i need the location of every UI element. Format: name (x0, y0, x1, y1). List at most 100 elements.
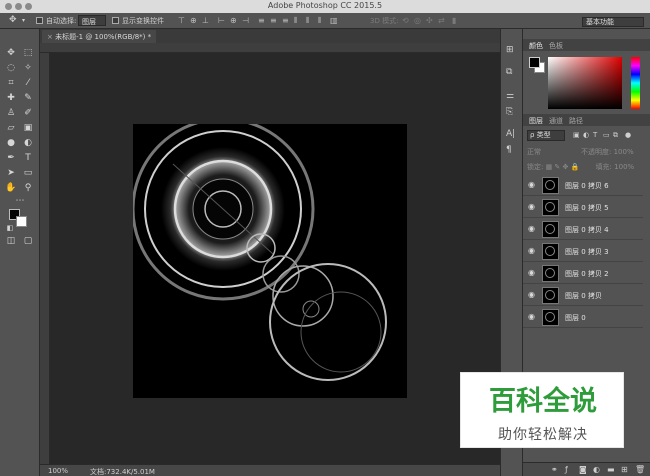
screen-mode-icon[interactable]: ▢ (21, 235, 35, 248)
horizontal-ruler[interactable] (40, 43, 520, 53)
tab-paths[interactable]: 路径 (569, 116, 583, 126)
layer-style-icon[interactable]: ƒ (565, 465, 568, 474)
link-layers-icon[interactable]: ⚭ (551, 465, 558, 474)
visibility-eye-icon[interactable]: ◉ (528, 246, 535, 255)
lasso-tool-icon[interactable]: ◌ (4, 62, 18, 75)
layer-row[interactable]: ◉ 图层 0 拷贝 (523, 285, 643, 306)
new-layer-icon[interactable]: ⊞ (621, 465, 628, 474)
vertical-ruler[interactable] (40, 53, 50, 464)
default-colors-icon[interactable]: ◧ (3, 222, 17, 235)
tab-swatches[interactable]: 色板 (549, 41, 563, 51)
auto-select-checkbox[interactable] (36, 17, 43, 24)
lock-icons[interactable]: ▦ ✎ ✥ 🔒 (546, 163, 582, 171)
workspace-dropdown[interactable]: 基本功能 (582, 17, 644, 27)
history-brush-tool-icon[interactable]: ✐ (21, 107, 35, 120)
color-field[interactable] (548, 57, 622, 109)
more-tools-icon[interactable]: ⋯ (13, 195, 27, 208)
auto-select-dropdown[interactable]: 图层 (78, 15, 106, 26)
zoom-tool-icon[interactable]: ⚲ (21, 182, 35, 195)
slide-3d-icon[interactable]: ⇄ (438, 16, 445, 25)
eraser-tool-icon[interactable]: ▱ (4, 122, 18, 135)
align-vcenter-icon[interactable]: ⊕ (190, 16, 197, 25)
distribute-bottom-icon[interactable]: ≡ (282, 16, 289, 25)
visibility-eye-icon[interactable]: ◉ (528, 312, 535, 321)
rotate-3d-icon[interactable]: ⟲ (402, 16, 409, 25)
opacity-value[interactable]: 100% (614, 148, 634, 156)
tab-channels[interactable]: 通道 (549, 116, 563, 126)
clone-stamp-tool-icon[interactable]: ♙ (4, 107, 18, 120)
actions-panel-icon[interactable]: ⎘ (506, 107, 513, 117)
color-panel-foreground-swatch[interactable] (529, 57, 540, 68)
layer-row[interactable]: ◉ 图层 0 拷贝 2 (523, 263, 643, 284)
tab-layers[interactable]: 图层 (529, 116, 543, 126)
paragraph-panel-icon[interactable]: ¶ (506, 145, 512, 155)
roll-3d-icon[interactable]: ◎ (414, 16, 421, 25)
auto-align-icon[interactable]: ▥ (330, 16, 338, 25)
type-tool-icon[interactable]: T (21, 152, 35, 165)
filter-shape-icon[interactable]: ▭ (603, 131, 610, 139)
history-panel-icon[interactable]: ⊞ (506, 45, 514, 55)
close-tab-icon[interactable]: × (47, 33, 53, 41)
distribute-vcenter-icon[interactable]: ≡ (270, 16, 277, 25)
fill-value[interactable]: 100% (614, 163, 634, 171)
filter-type-icon[interactable]: T (593, 131, 597, 139)
tool-preset-chevron-icon[interactable]: ▾ (22, 17, 25, 24)
visibility-eye-icon[interactable]: ◉ (528, 290, 535, 299)
blur-tool-icon[interactable]: ● (4, 137, 18, 150)
eyedropper-tool-icon[interactable]: ⁄ (21, 77, 35, 90)
distribute-left-icon[interactable]: ⦀ (294, 16, 298, 26)
character-panel-icon[interactable]: A| (506, 129, 515, 139)
gradient-tool-icon[interactable]: ▣ (21, 122, 35, 135)
magic-wand-tool-icon[interactable]: ✧ (21, 62, 35, 75)
add-mask-icon[interactable]: ◙ (579, 465, 587, 474)
show-transform-checkbox[interactable] (112, 17, 119, 24)
marquee-tool-icon[interactable]: ⬚ (21, 47, 35, 60)
tab-color[interactable]: 颜色 (529, 41, 543, 51)
scale-3d-icon[interactable]: ▮ (452, 16, 456, 25)
layer-row[interactable]: ◉ 图层 0 拷贝 6 (523, 175, 643, 196)
align-bottom-icon[interactable]: ⊥ (202, 16, 209, 25)
visibility-eye-icon[interactable]: ◉ (528, 224, 535, 233)
healing-brush-tool-icon[interactable]: ✚ (4, 92, 18, 105)
visibility-eye-icon[interactable]: ◉ (528, 268, 535, 277)
layer-row[interactable]: ◉ 图层 0 拷贝 3 (523, 241, 643, 262)
move-tool-icon[interactable]: ✥ (9, 15, 17, 25)
brush-tool-icon[interactable]: ✎ (21, 92, 35, 105)
new-group-icon[interactable]: ▬ (607, 465, 615, 474)
path-selection-tool-icon[interactable]: ➤ (4, 167, 18, 180)
layer-filter-dropdown[interactable]: ρ 类型 (527, 130, 565, 141)
distribute-top-icon[interactable]: ≡ (258, 16, 265, 25)
align-right-icon[interactable]: ⊣ (242, 16, 249, 25)
filter-pixel-icon[interactable]: ▣ (573, 131, 580, 139)
align-left-icon[interactable]: ⊢ (218, 16, 225, 25)
delete-layer-icon[interactable]: 🗑 (635, 465, 645, 474)
pen-tool-icon[interactable]: ✒ (4, 152, 18, 165)
adjustment-layer-icon[interactable]: ◐ (593, 465, 600, 474)
align-hcenter-icon[interactable]: ⊕ (230, 16, 237, 25)
visibility-eye-icon[interactable]: ◉ (528, 202, 535, 211)
align-top-icon[interactable]: ⊤ (178, 16, 185, 25)
zoom-level[interactable]: 100% (48, 467, 68, 475)
shape-tool-icon[interactable]: ▭ (21, 167, 35, 180)
visibility-eye-icon[interactable]: ◉ (528, 180, 535, 189)
move-tool-icon[interactable]: ✥ (4, 47, 18, 60)
dodge-tool-icon[interactable]: ◐ (21, 137, 35, 150)
crop-tool-icon[interactable]: ⌗ (4, 77, 18, 90)
background-color-swatch[interactable] (16, 216, 27, 227)
blend-mode-dropdown[interactable]: 正常 (527, 147, 575, 157)
properties-panel-icon[interactable]: ⧉ (506, 67, 512, 77)
filter-toggle-icon[interactable]: ● (625, 131, 631, 139)
opacity-control[interactable]: 不透明度: 100% (581, 147, 634, 157)
document-canvas[interactable] (133, 124, 407, 398)
filter-smart-object-icon[interactable]: ⧉ (613, 131, 618, 140)
document-tab[interactable]: × 未标题-1 @ 100%(RGB/8*) * (42, 30, 157, 43)
layer-row[interactable]: ◉ 图层 0 拷贝 4 (523, 219, 643, 240)
drag-3d-icon[interactable]: ✣ (426, 16, 433, 25)
document-info[interactable]: 文档:732.4K/5.01M (90, 467, 155, 476)
adjustments-panel-icon[interactable]: ⚌ (506, 91, 514, 101)
layer-row[interactable]: ◉ 图层 0 拷贝 5 (523, 197, 643, 218)
filter-adjustment-icon[interactable]: ◐ (583, 131, 589, 139)
hand-tool-icon[interactable]: ✋ (4, 182, 18, 195)
distribute-right-icon[interactable]: ⦀ (318, 16, 322, 26)
quick-mask-icon[interactable]: ◫ (4, 235, 18, 248)
